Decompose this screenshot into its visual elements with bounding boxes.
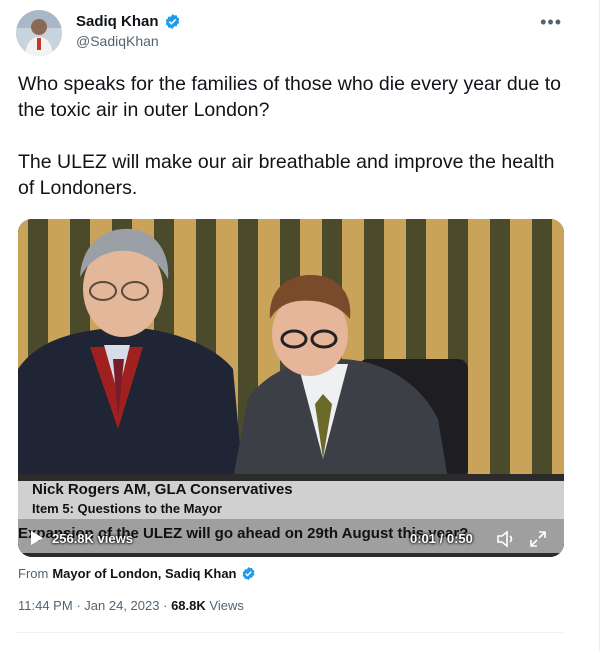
- video-source: From Mayor of London, Sadiq Khan: [18, 566, 256, 581]
- author-name[interactable]: Sadiq Khan: [76, 13, 159, 30]
- avatar[interactable]: [16, 10, 62, 56]
- views-count: 68.8K: [171, 598, 206, 613]
- author-name-row[interactable]: Sadiq Khan: [76, 13, 181, 30]
- video-timestamp: 0:01 / 0:50: [410, 531, 473, 546]
- meta-separator: ·: [163, 598, 168, 613]
- video-caption-item: Item 5: Questions to the Mayor: [32, 501, 222, 516]
- tweet-paragraph-1: Who speaks for the families of those who…: [18, 73, 562, 121]
- video-controls: 256.8K views 0:01 / 0:50: [18, 523, 564, 557]
- play-icon[interactable]: [30, 530, 44, 546]
- source-prefix: From: [18, 566, 49, 581]
- more-options-icon[interactable]: •••: [540, 12, 562, 33]
- verified-badge-icon: [242, 566, 254, 581]
- author-handle[interactable]: @SadiqKhan: [76, 33, 159, 49]
- volume-icon[interactable]: [496, 530, 516, 548]
- video-player[interactable]: Nick Rogers AM, GLA Conservatives Item 5…: [18, 219, 564, 557]
- verified-badge-icon: [165, 14, 179, 29]
- meta-separator: ·: [76, 598, 81, 613]
- tweet-meta: 11:44 PM · Jan 24, 2023 · 68.8K Views: [18, 598, 244, 613]
- source-name[interactable]: Mayor of London, Sadiq Khan: [52, 566, 236, 581]
- tweet-header: Sadiq Khan @SadiqKhan •••: [16, 10, 576, 56]
- tweet-text: Who speaks for the families of those who…: [18, 71, 568, 201]
- tweet-time[interactable]: 11:44 PM: [18, 598, 73, 613]
- video-views-count: 256.8K views: [52, 531, 133, 546]
- tweet-date[interactable]: Jan 24, 2023: [84, 598, 159, 613]
- fullscreen-icon[interactable]: [530, 531, 546, 547]
- tweet-paragraph-2: The ULEZ will make our air breathable an…: [18, 151, 555, 199]
- video-caption-speaker: Nick Rogers AM, GLA Conservatives: [32, 481, 293, 498]
- views-label: Views: [209, 598, 244, 613]
- divider: [16, 632, 564, 633]
